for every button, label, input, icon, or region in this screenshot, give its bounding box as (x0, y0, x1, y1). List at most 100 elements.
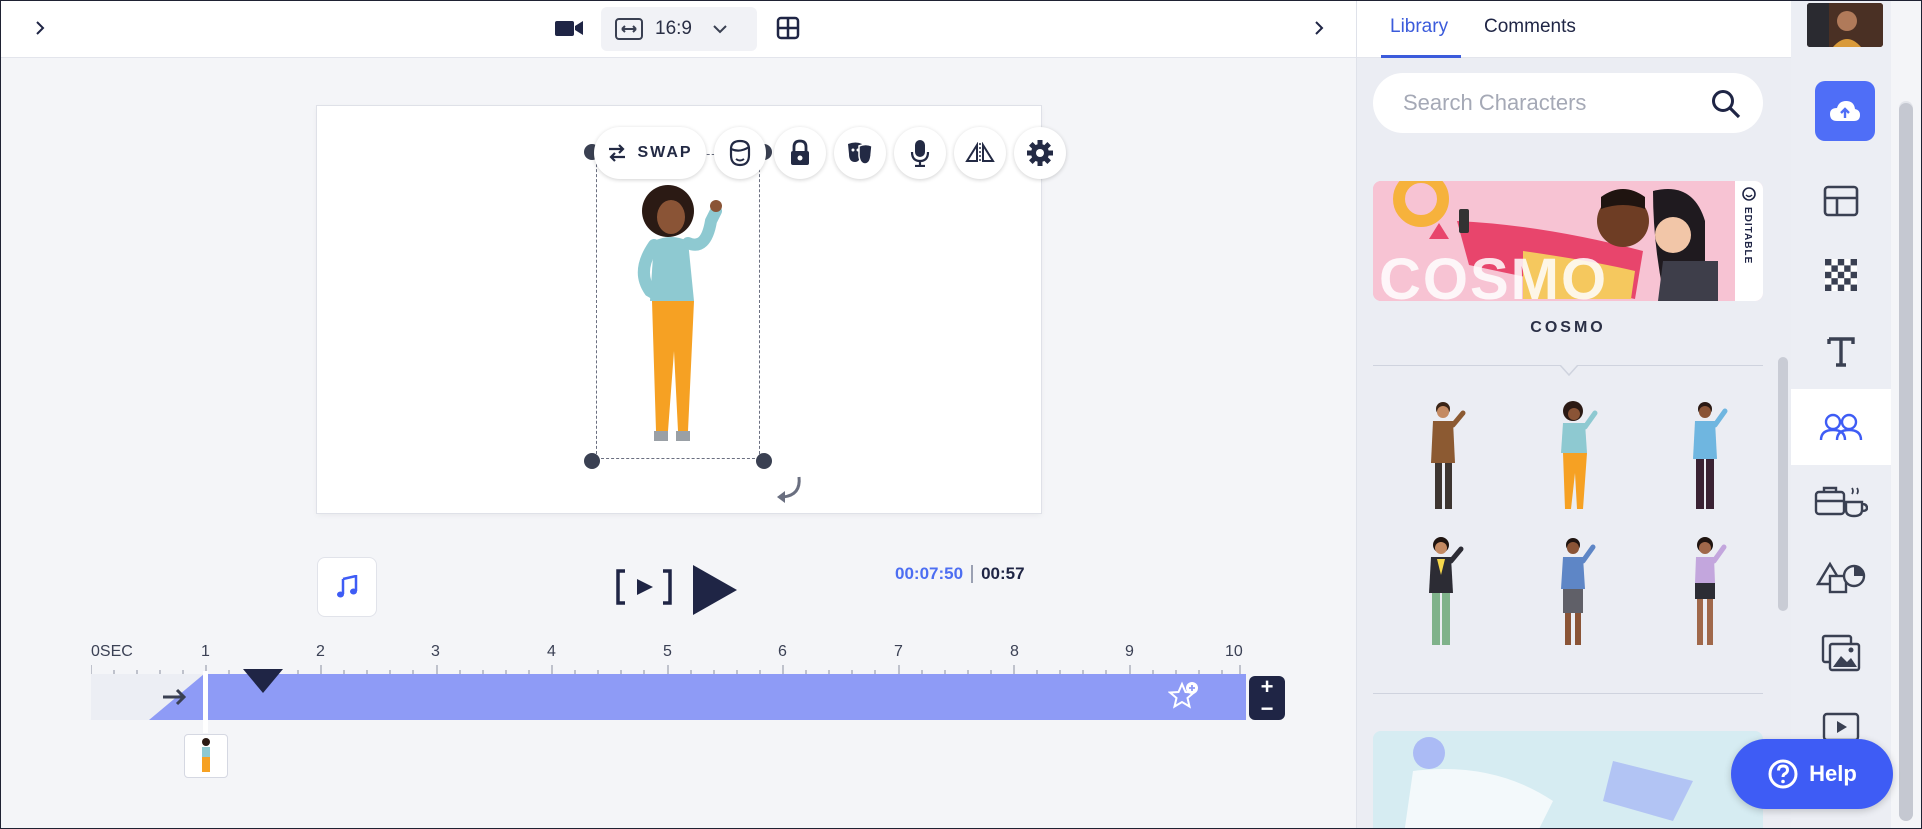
help-label: Help (1809, 761, 1857, 786)
swap-label: SWAP (637, 144, 693, 161)
tool-rail (1791, 1, 1891, 828)
zoom-in-button[interactable]: + (1261, 676, 1274, 698)
zoom-out-button[interactable]: − (1261, 698, 1274, 720)
aspect-ratio-value: 16:9 (655, 18, 692, 39)
enter-transition-icon[interactable] (149, 674, 209, 720)
tick-label: 3 (431, 643, 440, 660)
tab-library[interactable]: Library (1390, 16, 1448, 38)
voice-button[interactable] (894, 127, 946, 179)
cosmo-pack-banner[interactable]: COSMO EDITABLE (1373, 181, 1763, 301)
help-icon (1768, 759, 1798, 789)
editable-label: EDITABLE (1742, 207, 1753, 265)
face-badge-icon (1742, 187, 1756, 201)
character-man-brown-jacket[interactable] (1405, 399, 1485, 519)
tick-label: 2 (316, 643, 325, 660)
face-button[interactable] (714, 127, 766, 179)
theater-masks-icon (848, 142, 873, 165)
help-button[interactable]: Help (1731, 739, 1893, 809)
library-scrollbar[interactable] (1778, 357, 1788, 611)
flip-icon (965, 142, 995, 163)
section-divider (1373, 693, 1763, 694)
panel-tabs: Library Comments (1357, 1, 1792, 58)
app-window: 16:9 SWAP 00:07:50 00:57 0SEC 1 2 3 4 5 … (0, 0, 1922, 829)
settings-button[interactable] (1014, 127, 1066, 179)
banner-title: COSMO (1379, 247, 1609, 302)
flip-button[interactable] (954, 127, 1006, 179)
expand-left-chevron-icon[interactable] (25, 13, 55, 43)
search-input[interactable] (1403, 90, 1703, 116)
marker-triangle-icon[interactable] (241, 667, 285, 695)
character-woman-lavender-top[interactable] (1669, 535, 1749, 655)
character-woman-green-pants[interactable] (1405, 535, 1485, 655)
playhead[interactable] (203, 671, 208, 733)
video-camera-icon[interactable] (554, 13, 584, 43)
tick-label: 5 (663, 643, 672, 660)
tab-comments[interactable]: Comments (1484, 16, 1576, 38)
lock-button[interactable] (774, 127, 826, 179)
tick-label: 1 (201, 643, 210, 660)
tick-label: 6 (778, 643, 787, 660)
rotate-icon[interactable] (773, 471, 807, 505)
editable-badge: EDITABLE (1735, 181, 1763, 301)
avatar-image (1807, 3, 1883, 47)
selection-box (596, 154, 760, 459)
layout-icon (1823, 185, 1859, 217)
cloud-upload-icon (1830, 101, 1860, 121)
expression-button[interactable] (834, 127, 886, 179)
face-icon (729, 139, 751, 167)
grid-icon[interactable] (773, 13, 803, 43)
characters-tool[interactable] (1791, 389, 1891, 465)
character-thumbnail[interactable] (184, 734, 228, 778)
next-pack-banner[interactable] (1373, 731, 1763, 828)
chevron-down-icon (713, 25, 727, 34)
timeline-zoom-control: + − (1249, 676, 1285, 720)
search-bar (1373, 73, 1763, 133)
aspect-ratio-select[interactable]: 16:9 (601, 7, 757, 51)
props-icon (1814, 486, 1868, 518)
shapes-tool[interactable] (1791, 539, 1891, 615)
resize-handle-bottom-right[interactable] (756, 453, 772, 469)
element-toolbar: SWAP (594, 127, 1066, 179)
tick-label: 0SEC (91, 643, 133, 660)
play-icon[interactable] (691, 563, 739, 617)
characters-icon (1819, 413, 1863, 441)
music-button[interactable] (317, 557, 377, 617)
upload-button[interactable] (1815, 81, 1875, 141)
rail-scrollbar[interactable] (1899, 103, 1913, 821)
layout-tool[interactable] (1791, 163, 1891, 239)
images-icon (1821, 634, 1861, 672)
top-bar: 16:9 (1, 1, 1356, 58)
tick-label: 8 (1010, 643, 1019, 660)
swap-icon (609, 144, 626, 162)
resize-icon (615, 18, 643, 40)
background-checker-icon (1825, 259, 1857, 291)
character-man-blue-shirt[interactable] (1669, 399, 1749, 519)
character-clip[interactable] (204, 674, 1246, 720)
current-time: 00:07:50 (895, 564, 964, 583)
user-avatar[interactable] (1807, 3, 1883, 47)
background-tool[interactable] (1791, 237, 1891, 313)
star-add-icon[interactable] (1168, 680, 1202, 712)
pointer-caret-icon (1560, 365, 1578, 377)
media-tool[interactable] (1791, 615, 1891, 691)
total-time: 00:57 (981, 564, 1025, 583)
active-tab-indicator (1381, 55, 1461, 58)
character-man-gray-shorts[interactable] (1537, 535, 1617, 655)
resize-handle-bottom-left[interactable] (584, 453, 600, 469)
character-woman-teal-shirt[interactable] (1537, 399, 1617, 519)
video-icon (1822, 712, 1860, 742)
gear-icon (1027, 140, 1053, 166)
time-separator (971, 565, 974, 583)
character-thumb-image (202, 738, 210, 772)
microphone-icon (910, 140, 930, 167)
search-icon[interactable] (1711, 89, 1741, 119)
expand-right-chevron-icon[interactable] (1304, 13, 1334, 43)
tick-label: 7 (894, 643, 903, 660)
swap-button[interactable]: SWAP (594, 127, 706, 179)
pack-name: COSMO (1530, 319, 1606, 336)
shapes-icon (1816, 561, 1866, 594)
play-scene-icon[interactable] (615, 567, 673, 607)
text-tool[interactable] (1791, 313, 1891, 389)
lock-icon (791, 139, 809, 165)
props-tool[interactable] (1791, 463, 1891, 539)
